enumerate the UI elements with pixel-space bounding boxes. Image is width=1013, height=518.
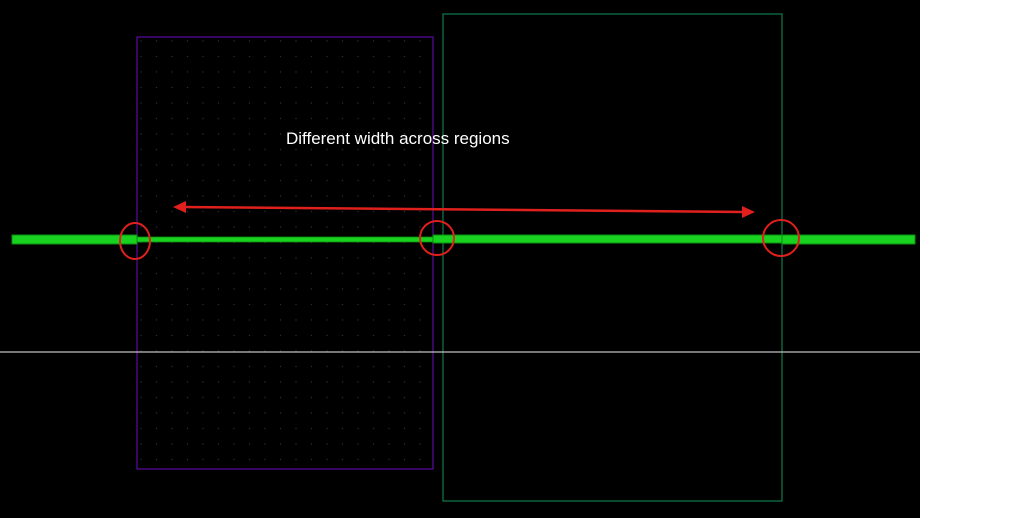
annotation-label: Different width across regions [286,129,510,148]
arrow-head-right [742,206,755,218]
wire-segment-left-outer[interactable] [11,234,138,245]
wire-segment-green-region[interactable] [432,234,783,244]
layout-canvas: Different width across regions [0,0,920,518]
wire-segment-purple-region[interactable] [136,236,434,243]
green-outline-region[interactable] [442,13,783,502]
layout-diagram [0,13,920,502]
wire-segment-right-outer[interactable] [781,234,916,245]
purple-region-dot-grid [137,37,433,469]
